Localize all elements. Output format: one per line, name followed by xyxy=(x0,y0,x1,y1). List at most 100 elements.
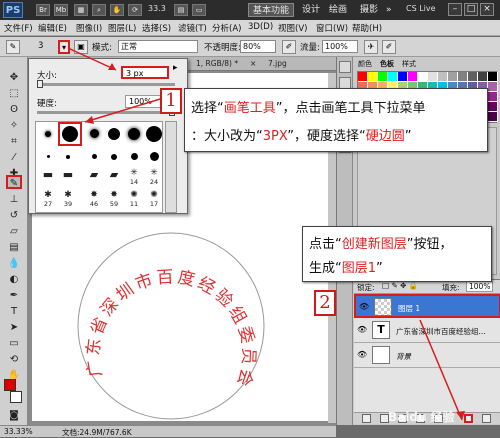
workspace-design[interactable]: 设计 xyxy=(298,3,324,17)
brush-tool-icon[interactable]: ✎ xyxy=(6,175,22,189)
visibility-eye-icon[interactable]: 👁 xyxy=(357,350,367,360)
brush-11[interactable]: ✺ 11 xyxy=(124,190,144,212)
document-tab-active[interactable]: 1, RGB/8) * xyxy=(196,59,238,68)
zoom-tool-icon[interactable]: ⌕ xyxy=(92,4,106,16)
close-icon[interactable]: × xyxy=(480,3,494,16)
lasso-tool-icon[interactable]: ʘ xyxy=(6,103,22,117)
delete-layer-icon[interactable] xyxy=(482,414,491,423)
brush-small-dot-6[interactable] xyxy=(144,146,164,168)
brush-panel-toggle-icon[interactable]: ▣ xyxy=(74,40,88,54)
workspace-more[interactable]: » xyxy=(382,3,396,17)
menu-help[interactable]: 帮助(H) xyxy=(352,22,382,34)
layer-name[interactable]: 广东省深圳市百度经验组... xyxy=(396,326,486,337)
swatch-cell[interactable] xyxy=(458,72,468,82)
foreground-color-swatch[interactable] xyxy=(4,379,16,391)
arrange-documents-icon[interactable]: ▤ xyxy=(174,4,188,16)
shape-tool-icon[interactable]: ▭ xyxy=(6,337,22,351)
visibility-eye-icon[interactable]: 👁 xyxy=(359,302,369,312)
swatch-cell[interactable] xyxy=(378,72,388,82)
document-tab-second[interactable]: 7.jpg xyxy=(268,59,287,68)
cs-live-button[interactable]: CS Live xyxy=(406,4,436,13)
type-tool-icon[interactable]: T xyxy=(6,305,22,319)
brush-17[interactable]: ✺ 17 xyxy=(144,190,164,212)
move-tool-icon[interactable]: ✥ xyxy=(6,71,22,85)
blur-tool-icon[interactable]: 💧 xyxy=(6,257,22,271)
tab-color[interactable]: 颜色 xyxy=(358,59,372,69)
size-slider-handle[interactable] xyxy=(37,80,43,88)
menu-window[interactable]: 窗口(W) xyxy=(316,22,348,34)
tab-swatches[interactable]: 色板 xyxy=(380,59,394,69)
brush-grid-scrollbar[interactable] xyxy=(165,121,177,213)
swatch-cell[interactable] xyxy=(428,72,438,82)
brush-preset-dropdown-button[interactable]: ▾ xyxy=(58,40,70,54)
swatch-cell[interactable] xyxy=(488,82,498,92)
pressure-opacity-icon[interactable]: ✐ xyxy=(282,40,296,54)
brush-small-dot-1[interactable] xyxy=(38,146,58,168)
menu-edit[interactable]: 编辑(E) xyxy=(38,22,67,34)
brush-27[interactable]: ✱ 27 xyxy=(38,190,58,212)
visibility-eye-icon[interactable]: 👁 xyxy=(357,325,367,335)
guides-icon[interactable]: ▦ xyxy=(74,4,88,16)
workspace-painting[interactable]: 绘画 xyxy=(325,3,351,17)
swatch-cell[interactable] xyxy=(468,72,478,82)
brush-hard-round-selected[interactable] xyxy=(58,122,82,146)
maximize-icon[interactable]: □ xyxy=(464,3,478,16)
minimize-icon[interactable]: – xyxy=(448,3,462,16)
menu-analysis[interactable]: 分析(A) xyxy=(212,22,241,34)
swatch-cell[interactable] xyxy=(418,72,428,82)
create-new-layer-icon[interactable] xyxy=(464,414,473,423)
background-color-swatch[interactable] xyxy=(10,391,22,403)
history-panel-icon[interactable] xyxy=(339,61,351,73)
pressure-size-icon[interactable]: ✐ xyxy=(382,40,396,54)
document-tab-close-icon[interactable]: × xyxy=(250,59,256,68)
brush-textured-2[interactable]: ▬ xyxy=(58,168,78,190)
flow-input[interactable]: 100% xyxy=(322,40,358,53)
brush-textured-3[interactable]: ▰ xyxy=(84,168,104,190)
hardness-slider[interactable] xyxy=(37,111,175,114)
swatch-cell[interactable] xyxy=(488,112,498,122)
tab-styles[interactable]: 样式 xyxy=(402,59,416,69)
swatch-cell[interactable] xyxy=(408,72,418,82)
brush-hard-round-large[interactable] xyxy=(144,124,164,146)
link-layers-icon[interactable] xyxy=(362,414,371,423)
swatch-cell[interactable] xyxy=(478,72,488,82)
menu-image[interactable]: 图像(I) xyxy=(76,22,102,34)
gradient-tool-icon[interactable]: ▤ xyxy=(6,241,22,255)
brush-textured-1[interactable]: ▬ xyxy=(38,168,58,190)
history-brush-tool-icon[interactable]: ↺ xyxy=(6,209,22,223)
minibridge-icon[interactable]: Mb xyxy=(54,4,68,16)
size-slider[interactable] xyxy=(37,83,175,86)
brush-star-24[interactable]: ✳ 24 xyxy=(144,168,164,190)
brush-39[interactable]: ✱ 39 xyxy=(58,190,78,212)
brush-star-14[interactable]: ✳ 14 xyxy=(124,168,144,190)
layer-name[interactable]: 图层 1 xyxy=(398,303,420,314)
menu-filter[interactable]: 滤镜(T) xyxy=(178,22,207,34)
pen-tool-icon[interactable]: ✒ xyxy=(6,289,22,303)
swatch-cell[interactable] xyxy=(488,102,498,112)
brush-small-dot-2[interactable] xyxy=(58,146,78,168)
path-select-tool-icon[interactable]: ➤ xyxy=(6,321,22,335)
menu-file[interactable]: 文件(F) xyxy=(4,22,33,34)
layer-name[interactable]: 背景 xyxy=(396,351,411,362)
swatch-cell[interactable] xyxy=(488,92,498,102)
swatch-cell[interactable] xyxy=(488,72,498,82)
hand-icon[interactable]: ✋ xyxy=(110,4,124,16)
fill-input[interactable]: 100% xyxy=(466,281,494,292)
layer-row-background[interactable]: 👁 背景 xyxy=(354,344,500,368)
menu-3d[interactable]: 3D(D) xyxy=(248,22,273,32)
opacity-input[interactable]: 80% xyxy=(240,40,276,53)
menu-select[interactable]: 选择(S) xyxy=(142,22,171,34)
clone-stamp-tool-icon[interactable]: ⊥ xyxy=(6,193,22,207)
eraser-tool-icon[interactable]: ▱ xyxy=(6,225,22,239)
quick-select-tool-icon[interactable]: ✧ xyxy=(6,119,22,133)
brush-small-dot-4[interactable] xyxy=(104,146,124,168)
brush-small-dot-3[interactable] xyxy=(84,146,104,168)
workspace-essentials[interactable]: 基本功能 xyxy=(248,3,295,17)
lock-icons[interactable]: □ ✎ ✥ 🔒 xyxy=(382,281,418,290)
airbrush-icon[interactable]: ✈ xyxy=(364,40,378,54)
workspace-photography[interactable]: 摄影 xyxy=(356,3,382,17)
bridge-icon[interactable]: Br xyxy=(36,4,50,16)
brush-hard-round-medium[interactable] xyxy=(104,124,124,146)
swatch-cell[interactable] xyxy=(448,72,458,82)
brush-textured-4[interactable]: ▰ xyxy=(104,168,124,190)
